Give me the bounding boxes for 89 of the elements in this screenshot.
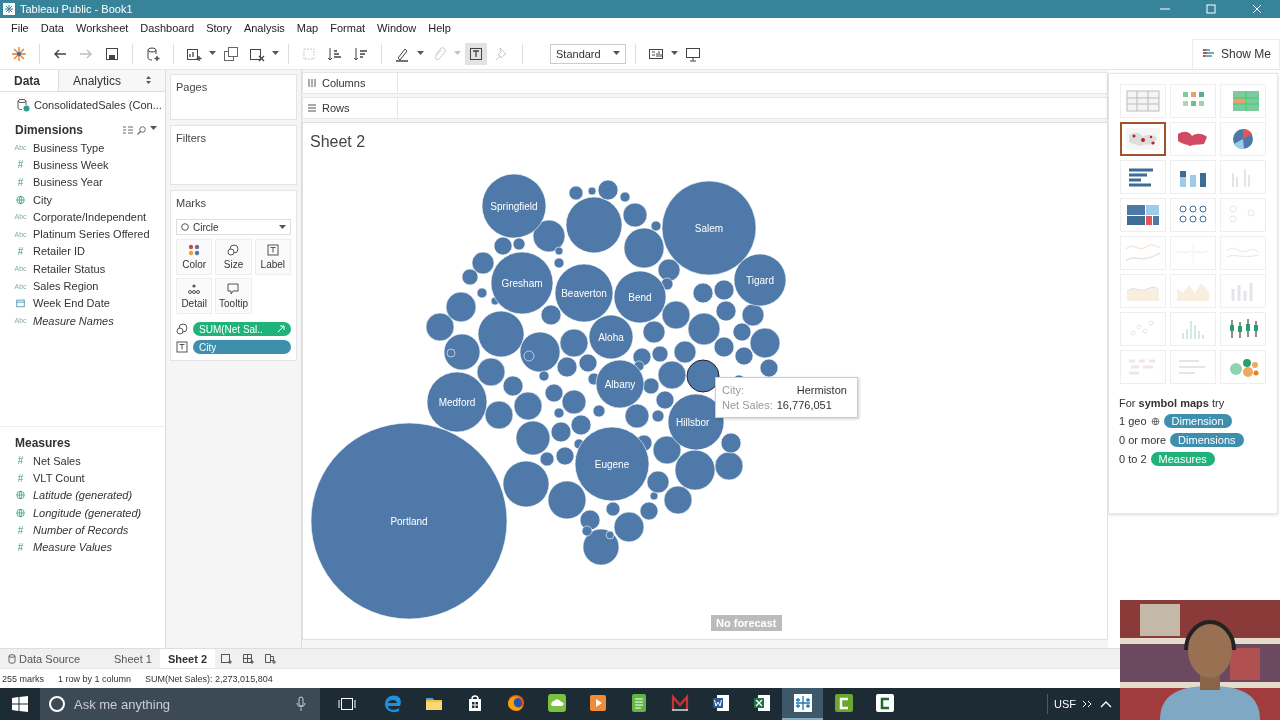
requirement-text: 0 or more [1119,434,1167,446]
tray-text: USF [1054,698,1076,710]
mark-type-value: Circle [193,221,219,233]
bubble-label: Gresham [501,277,543,289]
bubble-label: Albany [604,378,636,390]
type-mark: # [16,524,25,536]
fit-value: Standard [556,47,601,60]
pane-tab[interactable]: Analytics [58,70,165,91]
search-placeholder: Ask me anything [74,696,172,712]
type-mark: # [16,455,25,467]
sheet-title: Sheet 2 [309,132,367,152]
field-item[interactable]: Retailer ID [33,245,85,258]
bubble-label: Hillsbor [676,416,710,428]
menu-item[interactable]: Story [200,22,238,34]
card-title: Pages [176,81,209,93]
field-item[interactable]: City [33,193,52,206]
field-item[interactable]: Measure Names [33,314,114,327]
type-mark: # [16,541,25,553]
tooltip-label: City: [722,384,745,396]
bubble-label: Salem [694,222,724,234]
field-pill: Measures [1150,452,1215,466]
bubble-label: Medford [438,396,476,408]
field-item[interactable]: Business Week [33,158,109,171]
field-item[interactable]: Week End Date [33,297,110,310]
menu-item[interactable]: File [5,22,35,34]
mark-property-button[interactable]: Size [215,239,252,275]
datasource-name[interactable]: ConsolidatedSales (Con... [34,98,162,111]
show-me-button[interactable]: Show Me [1192,38,1280,69]
field-item[interactable]: Business Type [33,141,105,154]
requirement-text: 0 to 2 [1119,453,1147,465]
mark-property-button[interactable]: Label [254,239,291,275]
field-item[interactable]: Number of Records [33,524,129,537]
card-title: Filters [176,132,207,144]
menu-item[interactable]: Dashboard [134,22,201,34]
shelf-label: Columns [322,77,366,89]
forecast-badge: No forecast [711,615,782,631]
bubble-label: Eugene [594,458,630,470]
field-item[interactable]: Business Year [33,176,103,189]
tooltip-value: Hermiston [795,384,847,396]
menu-item[interactable]: Data [34,22,70,34]
field-item[interactable]: Measure Values [33,541,113,554]
mark-property-button[interactable]: Color [176,239,213,275]
field-item[interactable]: Platinum Series Offered [33,228,150,241]
bubble-label: Tigard [746,274,774,286]
sheet-tab[interactable]: Sheet 2 [159,649,216,668]
section-title: Dimensions [15,123,83,137]
type-mark: # [16,245,25,257]
requirement-text: 1 geo [1119,415,1147,427]
shelf-label: Rows [322,102,350,114]
mark-property-button[interactable]: Detail [176,278,213,314]
mark-property-button[interactable]: Tooltip [215,278,252,314]
tooltip-label: Net Sales: [722,399,773,411]
menu-item[interactable]: Format [324,22,372,34]
field-item[interactable]: Retailer Status [33,262,106,275]
bubble-label: Aloha [598,331,624,343]
section-title: Measures [15,436,71,451]
field-pill: Dimension [1163,414,1232,428]
bubble-label: Springfield [490,200,538,212]
status-text: SUM(Net Sales): 2,273,015,804 [145,673,273,684]
field-item[interactable]: VLT Count [33,472,85,485]
field-item[interactable]: Corporate/Independent [33,210,147,223]
type-mark: # [16,159,25,171]
field-item[interactable]: Sales Region [33,280,99,292]
fit-dropdown[interactable]: Standard [550,43,626,64]
window-title: Tableau Public - Book1 [20,3,133,15]
mark-type-dropdown[interactable]: Circle [176,219,291,235]
field-item[interactable]: Longitude (generated) [33,506,142,519]
status-text: 1 row by 1 column [58,673,132,684]
bubble-label: Bend [628,291,652,303]
field-pill[interactable]: City [193,340,291,354]
bubble-label: Portland [390,515,428,527]
search-field[interactable]: Ask me anything [40,688,320,720]
field-item[interactable]: Latitude (generated) [33,489,133,502]
type-mark: # [16,472,25,484]
menu-item[interactable]: Help [422,22,457,34]
type-mark: # [16,176,25,188]
field-item[interactable]: Net Sales [33,454,81,467]
hint-text: For symbol maps try [1119,397,1226,409]
status-text: 255 marks [2,673,45,684]
shelf[interactable]: Rows [302,97,1108,119]
tooltip-value: 16,776,051 [776,399,833,411]
menu-item[interactable]: Window [371,22,423,34]
menu-item[interactable]: Analysis [237,22,291,34]
shelf[interactable]: Columns [302,72,1108,94]
menu-item[interactable]: Worksheet [70,22,135,34]
bubble-label: Beaverton [561,287,607,299]
menu-item[interactable]: Map [290,22,325,34]
field-pill: Dimensions [1170,433,1244,447]
card-title: Marks [176,197,207,209]
